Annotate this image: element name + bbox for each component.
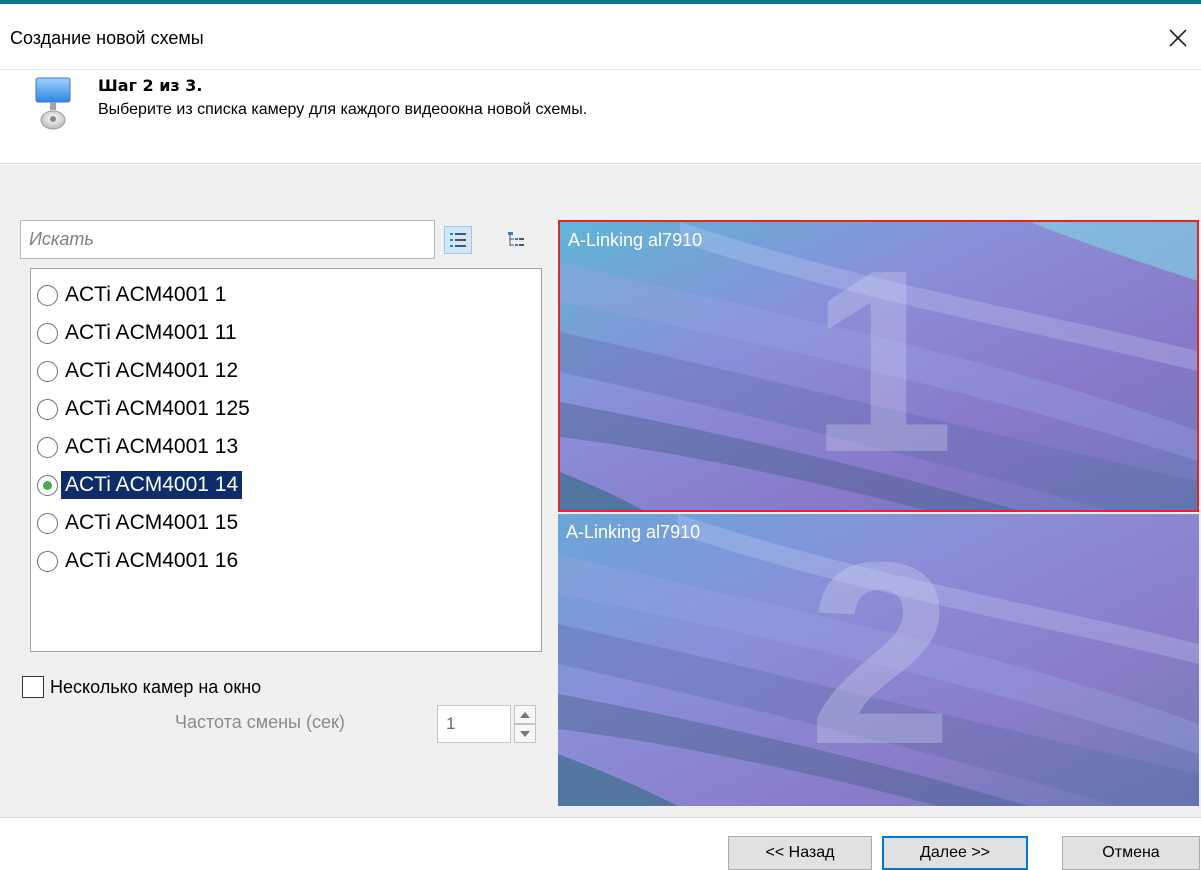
- cancel-button[interactable]: Отмена: [1062, 836, 1200, 870]
- list-view-icon: [450, 233, 466, 247]
- camera-label: ACTi ACM4001 11: [65, 321, 237, 344]
- pane-number: 1: [810, 220, 955, 507]
- video-pane-1[interactable]: 1 A-Linking al7910: [558, 220, 1199, 512]
- camera-list-item[interactable]: ACTi ACM4001 15: [37, 507, 242, 539]
- camera-list-item[interactable]: ACTi ACM4001 11: [37, 317, 241, 349]
- frequency-input[interactable]: 1: [437, 705, 511, 743]
- camera-list-item[interactable]: ACTi ACM4001 125: [37, 393, 254, 425]
- frequency-spin-down[interactable]: [514, 724, 536, 743]
- pane-camera-label: A-Linking al7910: [566, 522, 701, 542]
- camera-list-item-selected[interactable]: ACTi ACM4001 14: [37, 469, 243, 501]
- camera-label: ACTi ACM4001 125: [65, 397, 250, 420]
- back-button[interactable]: << Назад: [728, 836, 872, 870]
- wizard-window: Создание новой схемы Шаг 2 из 3. Выберит…: [0, 0, 1201, 870]
- camera-list-item[interactable]: ACTi ACM4001 1: [37, 279, 230, 311]
- camera-label: ACTi ACM4001 13: [65, 435, 239, 458]
- window-title: Создание новой схемы: [10, 28, 204, 48]
- close-icon: [1169, 29, 1187, 47]
- video-pane-2[interactable]: 2 A-Linking al7910: [558, 514, 1199, 806]
- multi-camera-checkbox[interactable]: [22, 676, 44, 698]
- camera-radio[interactable]: [37, 398, 58, 420]
- pane-camera-label: A-Linking al7910: [568, 230, 703, 250]
- camera-radio[interactable]: [37, 284, 58, 306]
- multi-camera-option[interactable]: Несколько камер на окно: [22, 674, 261, 700]
- camera-radio[interactable]: [37, 360, 58, 382]
- camera-radio[interactable]: [37, 512, 58, 534]
- tree-view-button[interactable]: [502, 226, 530, 254]
- step-title: Шаг 2 из 3.: [98, 76, 203, 95]
- search-input[interactable]: [20, 220, 435, 259]
- camera-label: ACTi ACM4001 1: [65, 283, 227, 306]
- multi-camera-label: Несколько камер на окно: [50, 676, 262, 697]
- frequency-spin-up[interactable]: [514, 705, 536, 724]
- camera-list[interactable]: ACTi ACM4001 1 ACTi ACM4001 11 ACTi ACM4…: [30, 268, 542, 652]
- title-bar: Создание новой схемы: [0, 4, 1201, 70]
- camera-label: ACTi ACM4001 12: [65, 359, 239, 382]
- camera-radio[interactable]: [37, 436, 58, 458]
- camera-list-item[interactable]: ACTi ACM4001 13: [37, 431, 242, 463]
- camera-list-item[interactable]: ACTi ACM4001 16: [37, 545, 242, 577]
- arrow-up-icon: [520, 711, 530, 718]
- pane-number: 2: [808, 514, 953, 799]
- radio-dot: [43, 480, 52, 490]
- tree-view-icon: [508, 232, 524, 246]
- camera-radio-checked[interactable]: [37, 474, 58, 496]
- camera-label: ACTi ACM4001 14: [61, 471, 243, 499]
- monitor-camera-icon: [35, 77, 71, 130]
- next-button[interactable]: Далее >>: [882, 836, 1028, 870]
- frequency-label: Частота смены (сек): [175, 712, 345, 732]
- camera-label: ACTi ACM4001 15: [65, 511, 239, 534]
- step-description: Выберите из списка камеру для каждого ви…: [98, 101, 588, 118]
- close-button[interactable]: [1155, 18, 1201, 58]
- camera-label: ACTi ACM4001 16: [65, 549, 239, 572]
- camera-radio[interactable]: [37, 322, 58, 344]
- camera-radio[interactable]: [37, 550, 58, 572]
- list-view-button[interactable]: [444, 226, 472, 254]
- arrow-down-icon: [520, 730, 530, 737]
- camera-list-item[interactable]: ACTi ACM4001 12: [37, 355, 242, 387]
